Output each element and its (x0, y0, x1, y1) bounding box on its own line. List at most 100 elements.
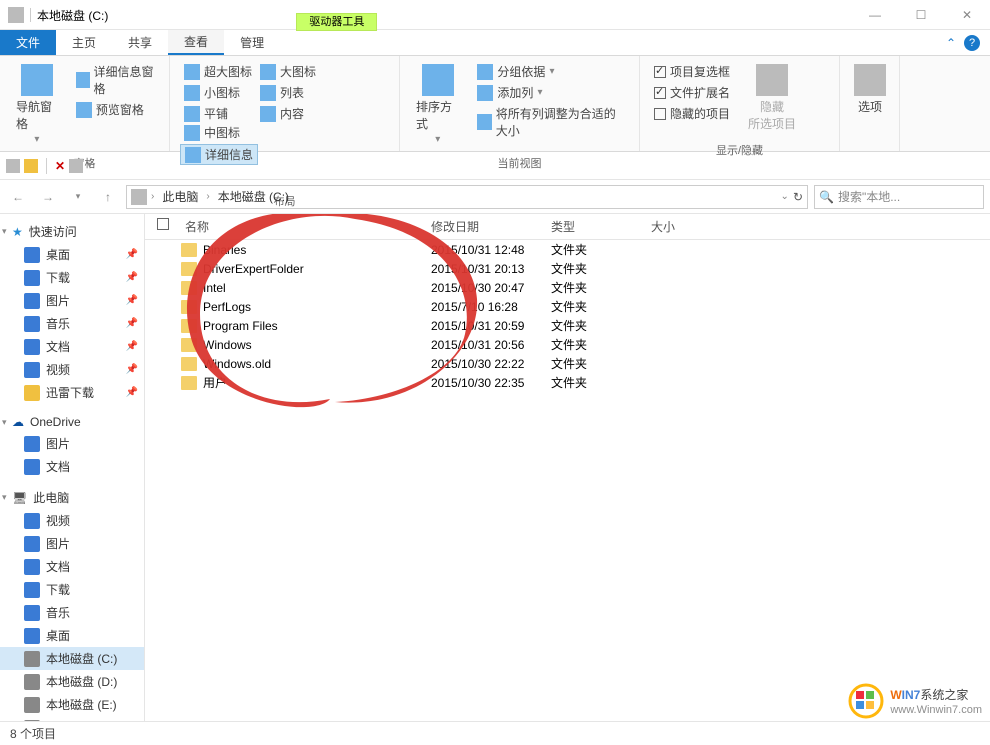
layout-details-label: 详细信息 (205, 146, 253, 163)
detail-pane-button[interactable]: 详细信息窗格 (72, 62, 159, 98)
sidebar-item-label: 下载 (46, 581, 70, 598)
tab-manage[interactable]: 管理 (224, 30, 280, 55)
sidebar-item[interactable]: 文档 (0, 455, 144, 478)
detail-pane-icon (76, 72, 90, 88)
file-row[interactable]: Program Files2015/10/31 20:59文件夹 (145, 316, 990, 335)
qat-rename-icon[interactable] (69, 159, 83, 173)
sidebar-item[interactable]: 下载📌 (0, 266, 144, 289)
sidebar-quick-access[interactable]: ▾★快速访问 (0, 220, 144, 243)
expand-icon[interactable]: ▾ (2, 417, 7, 428)
add-columns-button[interactable]: 添加列▾ (473, 83, 629, 102)
help-icon[interactable]: ? (964, 35, 980, 51)
file-date: 2015/10/31 20:13 (431, 262, 551, 276)
layout-tiles[interactable]: 平铺 (180, 104, 256, 123)
search-input[interactable]: 🔍 搜索"本地... (814, 185, 984, 209)
col-date[interactable]: 修改日期 (431, 218, 551, 235)
file-row[interactable]: 用户2015/10/30 22:35文件夹 (145, 373, 990, 392)
file-row[interactable]: PerfLogs2015/7/10 16:28文件夹 (145, 297, 990, 316)
sidebar-item-label: 图片 (46, 292, 70, 309)
minimize-button[interactable]: — (852, 1, 898, 29)
recent-button[interactable]: ▾ (66, 185, 90, 209)
qat-dropdown-icon[interactable]: ▾ (87, 160, 92, 171)
refresh-icon[interactable]: ↻ (793, 190, 803, 204)
layout-l[interactable]: 大图标 (256, 62, 320, 81)
status-text: 8 个项目 (10, 725, 56, 742)
file-type: 文件夹 (551, 336, 651, 353)
drive-icon (24, 651, 40, 667)
sidebar-item[interactable]: 视频 (0, 509, 144, 532)
sidebar-item[interactable]: 本地磁盘 (C:) (0, 647, 144, 670)
sidebar-item[interactable]: 本地磁盘 (E:) (0, 693, 144, 716)
sidebar-item[interactable]: 视频📌 (0, 358, 144, 381)
file-row[interactable]: Intel2015/10/30 20:47文件夹 (145, 278, 990, 297)
folder-icon (24, 582, 40, 598)
crumb-drive[interactable]: 本地磁盘 (C:) (214, 188, 293, 205)
layout-list[interactable]: 列表 (256, 83, 320, 102)
file-row[interactable]: Windows2015/10/31 20:56文件夹 (145, 335, 990, 354)
file-type: 文件夹 (551, 355, 651, 372)
file-row[interactable]: Binaries2015/10/31 12:48文件夹 (145, 240, 990, 259)
folder-icon (24, 270, 40, 286)
breadcrumb[interactable]: › 此电脑 › 本地磁盘 (C:) ⌄ ↻ (126, 185, 808, 209)
col-size[interactable]: 大小 (651, 218, 731, 235)
preview-pane-button[interactable]: 预览窗格 (72, 100, 159, 119)
collapse-ribbon-icon[interactable]: ⌃ (946, 36, 956, 50)
sidebar-item[interactable]: 图片 (0, 532, 144, 555)
hide-selected-button[interactable]: 隐藏 所选项目 (742, 62, 802, 134)
qat-folder-icon[interactable] (24, 159, 38, 173)
sidebar-item[interactable]: 音乐 (0, 601, 144, 624)
tab-view[interactable]: 查看 (168, 30, 224, 55)
sidebar-item[interactable]: 文档📌 (0, 335, 144, 358)
sidebar-item[interactable]: 文档 (0, 555, 144, 578)
sidebar-this-pc[interactable]: ▾🖥此电脑 (0, 486, 144, 509)
file-row[interactable]: DriverExpertFolder2015/10/31 20:13文件夹 (145, 259, 990, 278)
layout-details[interactable]: 详细信息 (180, 144, 258, 165)
sidebar-item[interactable]: 本地磁盘 (D:) (0, 670, 144, 693)
hidden-label: 隐藏的项目 (670, 105, 730, 122)
forward-button[interactable]: → (36, 185, 60, 209)
expand-icon[interactable]: ▾ (2, 492, 7, 503)
group-by-button[interactable]: 分组依据▾ (473, 62, 629, 81)
checkbox-icon (654, 66, 666, 78)
close-button[interactable]: ✕ (944, 1, 990, 29)
up-button[interactable]: ↑ (96, 185, 120, 209)
sort-button[interactable]: 排序方式▾ (410, 62, 465, 147)
select-all-checkbox[interactable] (157, 218, 169, 230)
sidebar-item[interactable]: 音乐📌 (0, 312, 144, 335)
hidden-items-toggle[interactable]: 隐藏的项目 (650, 104, 734, 123)
layout-xl[interactable]: 超大图标 (180, 62, 256, 81)
file-name: PerfLogs (203, 300, 251, 314)
folder-icon (24, 628, 40, 644)
tab-share[interactable]: 共享 (112, 30, 168, 55)
nav-pane-button[interactable]: 导航窗格▾ (10, 62, 64, 147)
history-dropdown-icon[interactable]: ⌄ (781, 191, 789, 202)
crumb-thispc[interactable]: 此电脑 (158, 188, 202, 205)
item-checkbox-toggle[interactable]: 项目复选框 (650, 62, 734, 81)
sidebar-item[interactable]: 图片 (0, 432, 144, 455)
sidebar-item[interactable]: 迅雷下载📌 (0, 381, 144, 404)
qat-delete-icon[interactable]: ✕ (55, 159, 65, 173)
sidebar-item[interactable]: 桌面 (0, 624, 144, 647)
sidebar-onedrive[interactable]: ▾☁OneDrive (0, 412, 144, 432)
sidebar-item[interactable]: 下载 (0, 578, 144, 601)
folder-icon (24, 247, 40, 263)
search-placeholder: 搜索"本地... (838, 188, 900, 205)
ribbon: 导航窗格▾ 详细信息窗格 预览窗格 窗格 超大图标 小图标 平铺 大图标 列表 … (0, 56, 990, 152)
tab-home[interactable]: 主页 (56, 30, 112, 55)
qat-icon[interactable] (6, 159, 20, 173)
sidebar-item[interactable]: 图片📌 (0, 289, 144, 312)
file-ext-toggle[interactable]: 文件扩展名 (650, 83, 734, 102)
tab-file[interactable]: 文件 (0, 30, 56, 55)
file-row[interactable]: Windows.old2015/10/30 22:22文件夹 (145, 354, 990, 373)
options-button[interactable]: 选项 (850, 62, 890, 117)
sidebar-item[interactable]: 桌面📌 (0, 243, 144, 266)
layout-s[interactable]: 小图标 (180, 83, 256, 102)
layout-m[interactable]: 中图标 (180, 123, 258, 142)
expand-icon[interactable]: ▾ (2, 226, 7, 237)
fit-columns-button[interactable]: 将所有列调整为合适的大小 (473, 104, 629, 140)
col-name[interactable]: 名称 (181, 218, 431, 235)
maximize-button[interactable]: ☐ (898, 1, 944, 29)
back-button[interactable]: ← (6, 185, 30, 209)
col-type[interactable]: 类型 (551, 218, 651, 235)
layout-content[interactable]: 内容 (256, 104, 320, 123)
